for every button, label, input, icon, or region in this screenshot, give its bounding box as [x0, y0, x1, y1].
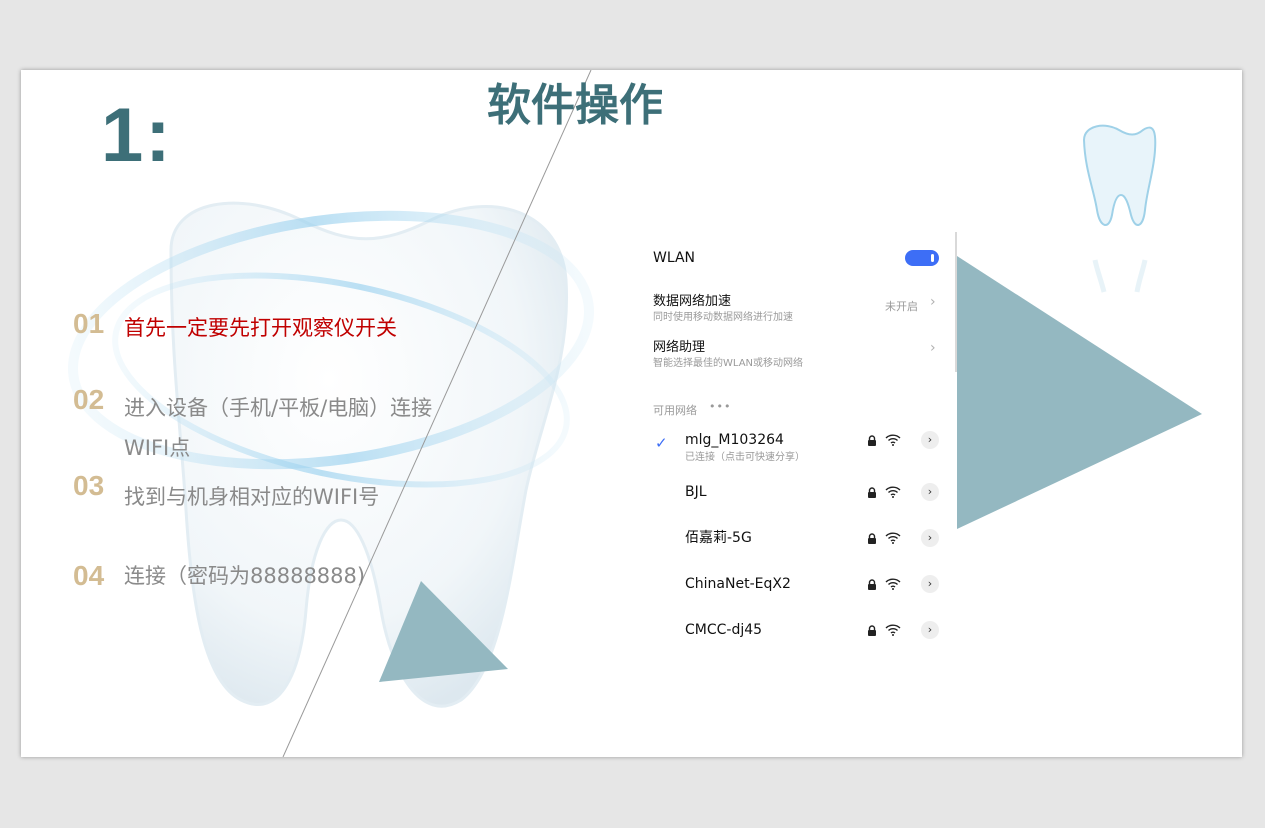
network-name: BJL	[685, 484, 707, 500]
lock-icon	[868, 579, 876, 590]
network-row[interactable]: 佰嘉莉-5G ›	[635, 528, 955, 568]
lock-icon	[868, 533, 876, 544]
available-networks-label: 可用网络	[653, 404, 697, 417]
scanning-dots-icon: •••	[709, 400, 732, 413]
step-text-02-line2: WIFI点	[124, 436, 191, 460]
assistant-title: 网络助理	[653, 340, 706, 355]
wlan-toggle[interactable]	[905, 250, 939, 266]
network-name: ChinaNet-EqX2	[685, 576, 791, 592]
wifi-icon	[885, 532, 901, 544]
data-accel-title: 数据网络加速	[653, 294, 732, 309]
network-name: mlg_M103264	[685, 432, 784, 448]
assistant-subtitle: 智能选择最佳的WLAN或移动网络	[653, 358, 804, 369]
chevron-right-icon[interactable]: ›	[921, 431, 939, 449]
section-number: 1:	[101, 93, 173, 178]
step-number-03: 03	[73, 470, 105, 501]
network-row[interactable]: BJL ›	[635, 482, 955, 522]
data-accel-subtitle: 同时使用移动数据网络进行加速	[653, 312, 793, 323]
wlan-settings-screenshot: WLAN 数据网络加速 同时使用移动数据网络进行加速 未开启 › 网络助理 智能…	[635, 230, 955, 650]
wifi-icon	[885, 624, 901, 636]
wifi-icon	[885, 486, 901, 498]
network-name: 佰嘉莉-5G	[685, 530, 752, 546]
step-number-04: 04	[73, 560, 105, 591]
wifi-icon	[885, 434, 901, 446]
chevron-right-icon[interactable]: ›	[921, 621, 939, 639]
step-text-02-line1: 进入设备（手机/平板/电脑）连接	[124, 396, 433, 420]
network-status: 已连接（点击可快速分享）	[685, 452, 805, 463]
wlan-label: WLAN	[653, 250, 696, 266]
chevron-right-icon[interactable]: ›	[930, 340, 936, 356]
lock-icon	[868, 487, 876, 498]
wifi-icon	[885, 578, 901, 590]
network-row[interactable]: ✓ mlg_M103264 已连接（点击可快速分享） ›	[635, 430, 955, 470]
network-row[interactable]: ChinaNet-EqX2 ›	[635, 574, 955, 614]
network-name: CMCC-dj45	[685, 622, 763, 638]
chevron-right-icon[interactable]: ›	[921, 483, 939, 501]
step-text-03: 找到与机身相对应的WIFI号	[124, 485, 380, 509]
step-text-04: 连接（密码为88888888)	[124, 564, 366, 588]
slide: 1: 软件操作 01 首先一定要先打开观察仪开关 02 进入设备（手机/平板/电…	[21, 70, 1242, 757]
data-accel-value: 未开启	[885, 300, 918, 313]
step-number-02: 02	[73, 384, 105, 415]
page-title: 软件操作	[487, 80, 663, 131]
chevron-right-icon[interactable]: ›	[930, 294, 936, 310]
lock-icon	[868, 435, 876, 446]
chevron-right-icon[interactable]: ›	[921, 575, 939, 593]
check-icon: ✓	[655, 434, 668, 452]
scrollbar[interactable]	[955, 232, 957, 372]
lock-icon	[868, 625, 876, 636]
network-row[interactable]: CMCC-dj45 ›	[635, 620, 955, 660]
step-text-01: 首先一定要先打开观察仪开关	[124, 316, 397, 340]
step-number-01: 01	[73, 308, 105, 339]
chevron-right-icon[interactable]: ›	[921, 529, 939, 547]
